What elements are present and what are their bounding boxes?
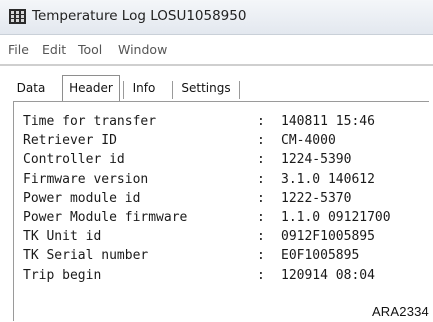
row-label: Power Module firmware [23, 209, 188, 225]
tab-header-label: Header [69, 81, 113, 95]
row-label: Time for transfer [23, 114, 157, 129]
figure-code: ARA2334 [371, 304, 429, 319]
tab-header[interactable]: Header [62, 75, 120, 101]
menu-window[interactable]: Window [118, 42, 167, 57]
row-separator: : [257, 209, 265, 225]
tab-data[interactable]: Data [10, 77, 52, 99]
row-label: Firmware version [23, 171, 149, 187]
row-label: TK Unit id [23, 229, 102, 245]
row-label: TK Serial number [23, 248, 149, 264]
tab-info-label: Info [132, 81, 156, 95]
row-separator: : [257, 248, 265, 264]
row-label: Power module id [23, 190, 141, 206]
row-value: 1.1.0 09121700 [281, 209, 391, 225]
tab-separator [172, 81, 173, 99]
menu-file[interactable]: File [8, 42, 29, 57]
row-separator: : [257, 190, 265, 206]
menu-edit[interactable]: Edit [42, 42, 66, 57]
row-label: Retriever ID [23, 133, 117, 149]
menu-divider [0, 64, 433, 66]
row-value: 120914 08:04 [281, 267, 375, 283]
row-separator: : [257, 133, 265, 149]
tab-settings-label: Settings [181, 81, 231, 95]
row-value: 3.1.0 140612 [281, 171, 375, 187]
header-panel: Time for transfer : 140811 15:46 Retriev… [13, 101, 429, 321]
window-title: Temperature Log LOSU1058950 [32, 8, 247, 24]
tab-settings[interactable]: Settings [174, 77, 238, 99]
tab-separator [239, 81, 240, 99]
tab-data-label: Data [16, 81, 46, 95]
tab-info[interactable]: Info [124, 77, 164, 99]
temperature-log-window: Temperature Log LOSU1058950 File Edit To… [0, 0, 433, 322]
row-separator: : [257, 152, 265, 168]
row-value: 1224-5390 [281, 152, 352, 168]
row-separator: : [257, 114, 265, 129]
menu-bar: File Edit Tool Window [0, 40, 300, 60]
row-separator: : [257, 229, 265, 245]
row-value: CM-4000 [281, 133, 336, 149]
menu-tool[interactable]: Tool [78, 42, 102, 57]
row-separator: : [257, 171, 265, 187]
row-value: E0F1005895 [281, 248, 360, 264]
app-icon [9, 9, 26, 24]
title-bar[interactable]: Temperature Log LOSU1058950 [0, 0, 433, 35]
row-label: Trip begin [23, 267, 102, 283]
row-value: 140811 15:46 [281, 114, 375, 129]
row-label: Controller id [23, 152, 125, 168]
row-value: 0912F1005895 [281, 229, 375, 245]
row-separator: : [257, 267, 265, 283]
row-value: 1222-5370 [281, 190, 352, 206]
